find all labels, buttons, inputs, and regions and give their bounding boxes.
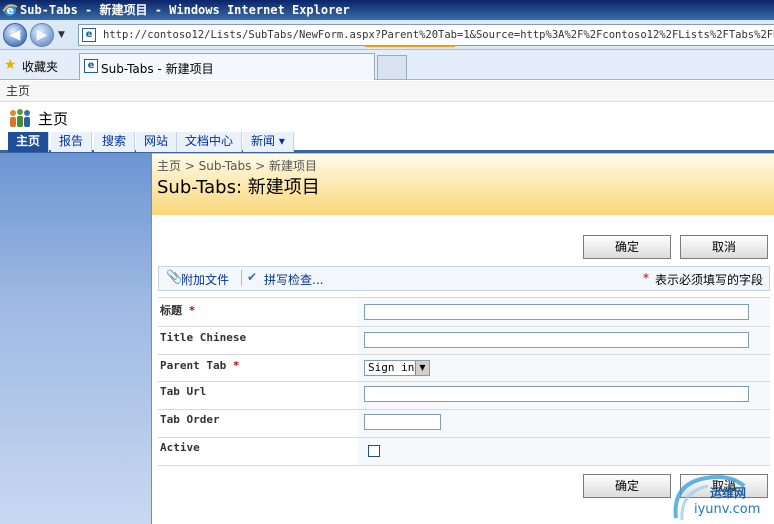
nav-item-search[interactable]: 搜索 [94, 132, 136, 152]
title-chinese-input[interactable] [364, 332, 749, 348]
global-breadcrumb-home[interactable]: 主页 [6, 84, 30, 98]
parent-tab-selected-value: Sign in [368, 361, 415, 374]
row-divider [158, 465, 770, 466]
favorites-button[interactable]: 收藏夹 [22, 58, 58, 75]
spell-check-icon[interactable]: ✔ [247, 270, 257, 284]
nav-item-sites[interactable]: 网站 [136, 132, 178, 152]
title-input[interactable] [364, 304, 749, 320]
back-button[interactable]: ◀ [3, 23, 27, 47]
page-breadcrumb[interactable]: 主页 > Sub-Tabs > 新建项目 [157, 157, 317, 174]
paperclip-icon[interactable]: 📎 [166, 270, 182, 285]
row-divider [158, 381, 770, 382]
window-title-bar: Sub-Tabs - 新建项目 - Windows Internet Explo… [0, 0, 774, 20]
watermark-text: 运维网 [710, 486, 747, 500]
nav-item-news[interactable]: 新闻 ▾ [243, 132, 294, 152]
tab-order-input[interactable] [364, 414, 441, 430]
page-title: Sub-Tabs: 新建项目 [157, 177, 320, 198]
address-bar[interactable]: http://contoso12/Lists/SubTabs/NewForm.a… [78, 24, 774, 46]
nav-item-reports[interactable]: 报告 [51, 132, 93, 152]
field-label-title-chinese: Title Chinese [160, 331, 247, 344]
site-title[interactable]: 主页 [38, 108, 68, 129]
address-text: http://contoso12/Lists/SubTabs/NewForm.a… [103, 29, 774, 41]
chevron-down-icon[interactable]: ▼ [415, 361, 429, 375]
row-divider [158, 354, 770, 355]
new-tab-button[interactable] [377, 55, 407, 79]
field-label-title-text: 标题 [160, 304, 182, 317]
nav-item-home[interactable]: 主页 [8, 132, 50, 152]
field-label-active: Active [160, 441, 200, 454]
toolbar-separator [241, 270, 242, 286]
row-divider [158, 409, 770, 410]
required-asterisk: * [232, 359, 240, 372]
attach-file-link[interactable]: 附加文件 [181, 271, 229, 288]
required-asterisk: * [188, 304, 196, 317]
field-label-tab-url: Tab Url [160, 385, 207, 398]
site-people-icon [10, 109, 30, 127]
browser-tab-label[interactable]: Sub-Tabs - 新建项目 [101, 60, 214, 77]
watermark-url: iyunv.com [694, 502, 761, 517]
row-divider [158, 437, 770, 438]
row-divider [158, 326, 770, 327]
field-label-parent-tab: Parent Tab * [158, 359, 358, 372]
forward-button[interactable]: ▶ [30, 23, 54, 47]
tab-url-input[interactable] [364, 386, 749, 402]
required-note: 表示必须填写的字段 [655, 273, 764, 287]
ie-logo-icon: e [2, 4, 18, 17]
field-label-tab-order: Tab Order [160, 413, 220, 426]
favorites-star-icon[interactable]: ★ [4, 57, 17, 73]
left-navigation-panel [0, 153, 152, 524]
address-highlight [365, 45, 455, 47]
page-icon: e [82, 28, 96, 42]
cancel-button-top[interactable]: 取消 [680, 235, 768, 259]
tab-page-icon: e [84, 59, 98, 73]
global-breadcrumb[interactable]: 主页 [0, 81, 774, 102]
recent-pages-dropdown-icon[interactable]: ▼ [58, 30, 70, 42]
active-checkbox[interactable] [368, 445, 380, 457]
field-label-parent-tab-text: Parent Tab [160, 359, 227, 372]
ok-button-top[interactable]: 确定 [583, 235, 671, 259]
required-asterisk: * [643, 271, 649, 285]
ok-button-bottom[interactable]: 确定 [583, 474, 671, 498]
spell-check-link[interactable]: 拼写检查... [264, 271, 323, 288]
form-value-column [358, 298, 770, 466]
field-label-title: 标题 * [158, 302, 358, 318]
nav-item-document-center[interactable]: 文档中心 [177, 132, 243, 152]
window-title: Sub-Tabs - 新建项目 - Windows Internet Explo… [20, 3, 350, 17]
